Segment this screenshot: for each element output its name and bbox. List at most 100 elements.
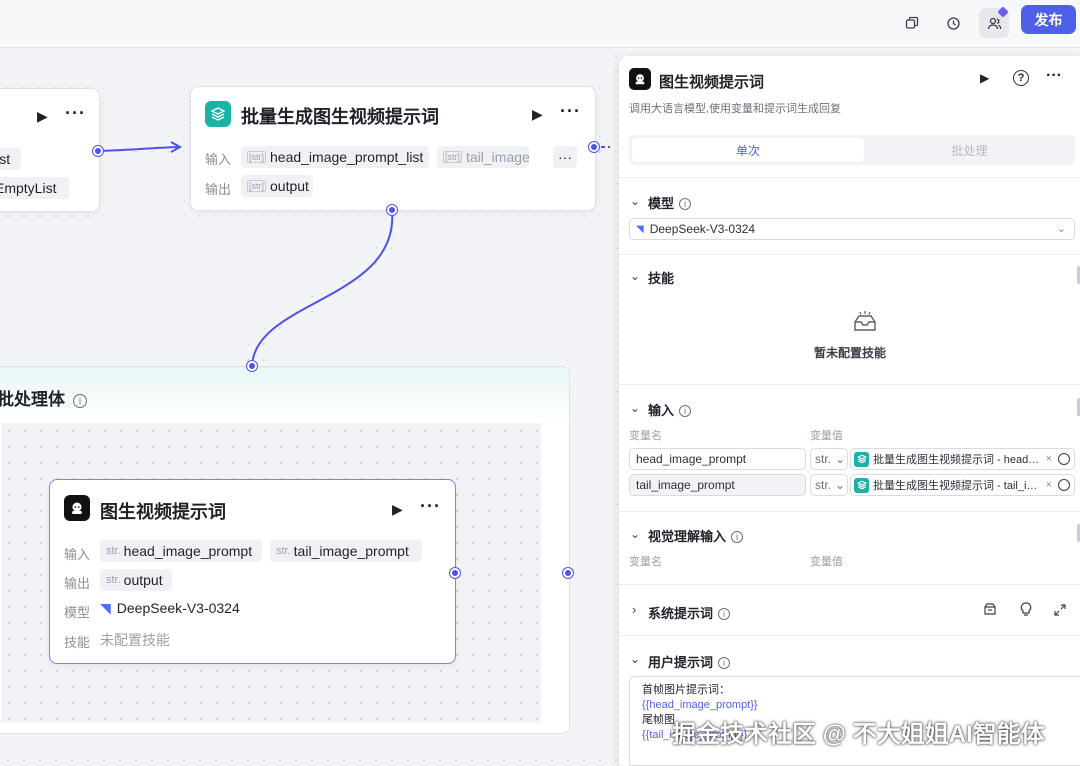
watermark: 掘金技术社区 @ 不大姐姐AI智能体	[672, 721, 1045, 748]
more-icon[interactable]: ···	[1046, 67, 1062, 85]
play-icon[interactable]: ▶	[37, 108, 48, 125]
whale-icon: ◥	[100, 600, 111, 616]
llm-node[interactable]: 图生视频提示词 ▶ ··· 输入 str. head_image_prompt s…	[49, 479, 456, 664]
divider	[619, 177, 1080, 178]
panel-title: 图生视频提示词	[659, 74, 765, 91]
info-icon[interactable]: i	[718, 657, 731, 669]
system-prompt-title: 系统提示词 i	[648, 603, 731, 622]
group-port[interactable]	[247, 361, 257, 371]
tab-single[interactable]: 单次	[632, 138, 864, 162]
info-icon[interactable]: i	[731, 531, 744, 543]
output-port[interactable]	[450, 568, 460, 578]
col-var-value: 变量值	[810, 430, 843, 442]
publish-button[interactable]: 发布	[1021, 5, 1076, 34]
batch-port[interactable]	[387, 205, 397, 215]
divider	[619, 254, 1080, 255]
output-tag: [str] output	[241, 175, 313, 197]
chevron-down-icon: ⌄	[835, 452, 846, 466]
play-icon[interactable]: ▶	[532, 106, 543, 123]
chevron-down-icon[interactable]: ⌄	[630, 269, 640, 283]
chevron-down-icon[interactable]: ⌄	[630, 194, 640, 208]
group-output-port[interactable]	[563, 568, 573, 578]
layers-icon	[854, 451, 869, 467]
output-port[interactable]	[589, 142, 599, 152]
chevron-down-icon[interactable]: ⌄	[630, 401, 640, 415]
left-node[interactable]: ▶ ··· list EmptyList	[0, 88, 100, 212]
more-icon[interactable]: ···	[420, 496, 441, 517]
copy-icon[interactable]	[897, 8, 927, 38]
input-tag: [str]tail_image_prompt_list	[437, 146, 529, 168]
group-title: 批处理体 i	[0, 385, 87, 410]
library-icon[interactable]	[983, 602, 997, 621]
robot-icon	[629, 68, 651, 90]
divider	[619, 511, 1080, 512]
edge-batch-to-group	[251, 209, 394, 367]
output-label: 输出	[205, 182, 232, 197]
model-select[interactable]: ◥ DeepSeek-V3-0324 ⌄	[629, 218, 1075, 240]
chevron-down-icon[interactable]: ⌄	[630, 652, 640, 666]
col-var-value: 变量值	[810, 556, 843, 568]
output-port[interactable]	[93, 146, 103, 156]
col-var-name: 变量名	[629, 556, 662, 568]
output-tag: str. output	[100, 569, 172, 591]
var-value-ref[interactable]: 批量生成图生视频提示词 - head… ×	[850, 448, 1075, 470]
tab-batch[interactable]: 批处理	[867, 138, 1072, 162]
panel-subtitle: 调用大语言模型,使用变量和提示词生成回复	[629, 103, 842, 115]
skills-section-title: 技能	[648, 271, 675, 286]
more-inputs-button[interactable]: ···	[553, 146, 577, 168]
history-icon[interactable]	[938, 8, 968, 38]
model-section-title: 模型 i	[648, 193, 692, 212]
prompt-line: 首帧图片提示词：	[642, 684, 730, 696]
robot-icon	[64, 495, 90, 521]
edge-left-to-batch	[97, 146, 179, 152]
target-icon[interactable]	[1058, 479, 1070, 491]
type-select[interactable]: str. ⌄	[810, 474, 848, 496]
model-value: ◥ DeepSeek-V3-0324	[100, 600, 240, 616]
chevron-down-icon: ⌄	[1056, 223, 1066, 235]
chevron-down-icon: ⌄	[835, 478, 846, 492]
skills-empty-text: 暂未配置技能	[813, 346, 886, 360]
prompt-variable: {{head_image_prompt}}	[642, 699, 758, 711]
arrow-head-batch	[170, 141, 183, 153]
expand-icon[interactable]	[1054, 603, 1066, 621]
chevron-right-icon[interactable]: ›	[632, 602, 636, 617]
info-icon[interactable]: i	[679, 405, 692, 417]
input-label: 输入	[64, 547, 91, 562]
layers-icon	[854, 477, 869, 493]
skill-label: 技能	[64, 635, 91, 650]
tab-bar: 单次 批处理	[629, 135, 1075, 165]
lightbulb-icon[interactable]	[1020, 602, 1032, 621]
clear-icon[interactable]: ×	[1046, 453, 1052, 465]
help-icon[interactable]: ?	[1013, 70, 1029, 86]
empty-box-icon	[851, 310, 879, 339]
output-label: 输出	[64, 576, 91, 591]
var-name-input[interactable]: tail_image_prompt	[629, 474, 806, 496]
type-select[interactable]: str. ⌄	[810, 448, 848, 470]
divider	[619, 635, 1080, 636]
divider	[619, 384, 1080, 385]
more-icon[interactable]: ···	[65, 103, 86, 124]
team-icon[interactable]	[979, 6, 1009, 38]
play-icon[interactable]: ▶	[392, 501, 403, 518]
chevron-down-icon[interactable]: ⌄	[630, 527, 640, 541]
layers-icon	[205, 101, 231, 127]
var-value-ref[interactable]: 批量生成图生视频提示词 - tail_i… ×	[850, 474, 1075, 496]
clear-icon[interactable]: ×	[1046, 479, 1052, 491]
target-icon[interactable]	[1058, 453, 1070, 465]
info-icon[interactable]: i	[73, 394, 87, 408]
top-toolbar: 发布	[0, 0, 1080, 48]
input-tag: str. head_image_prompt	[100, 540, 262, 562]
batch-node[interactable]: 批量生成图生视频提示词 ▶ ··· 输入 [str] head_image_pro…	[190, 86, 596, 211]
info-icon[interactable]: i	[718, 608, 731, 620]
left-node-tag: EmptyList	[0, 177, 69, 199]
run-icon[interactable]: ▶	[980, 71, 989, 85]
var-name-input[interactable]: head_image_prompt	[629, 448, 806, 470]
input-tag: [str] head_image_prompt_list	[241, 146, 429, 168]
input-tag: str. tail_image_prompt	[270, 540, 422, 562]
input-label: 输入	[205, 152, 232, 167]
col-var-name: 变量名	[629, 430, 662, 442]
vision-section-title: 视觉理解输入 i	[648, 526, 744, 545]
input-section-title: 输入 i	[648, 400, 692, 419]
more-icon[interactable]: ···	[560, 101, 581, 122]
info-icon[interactable]: i	[679, 198, 692, 210]
